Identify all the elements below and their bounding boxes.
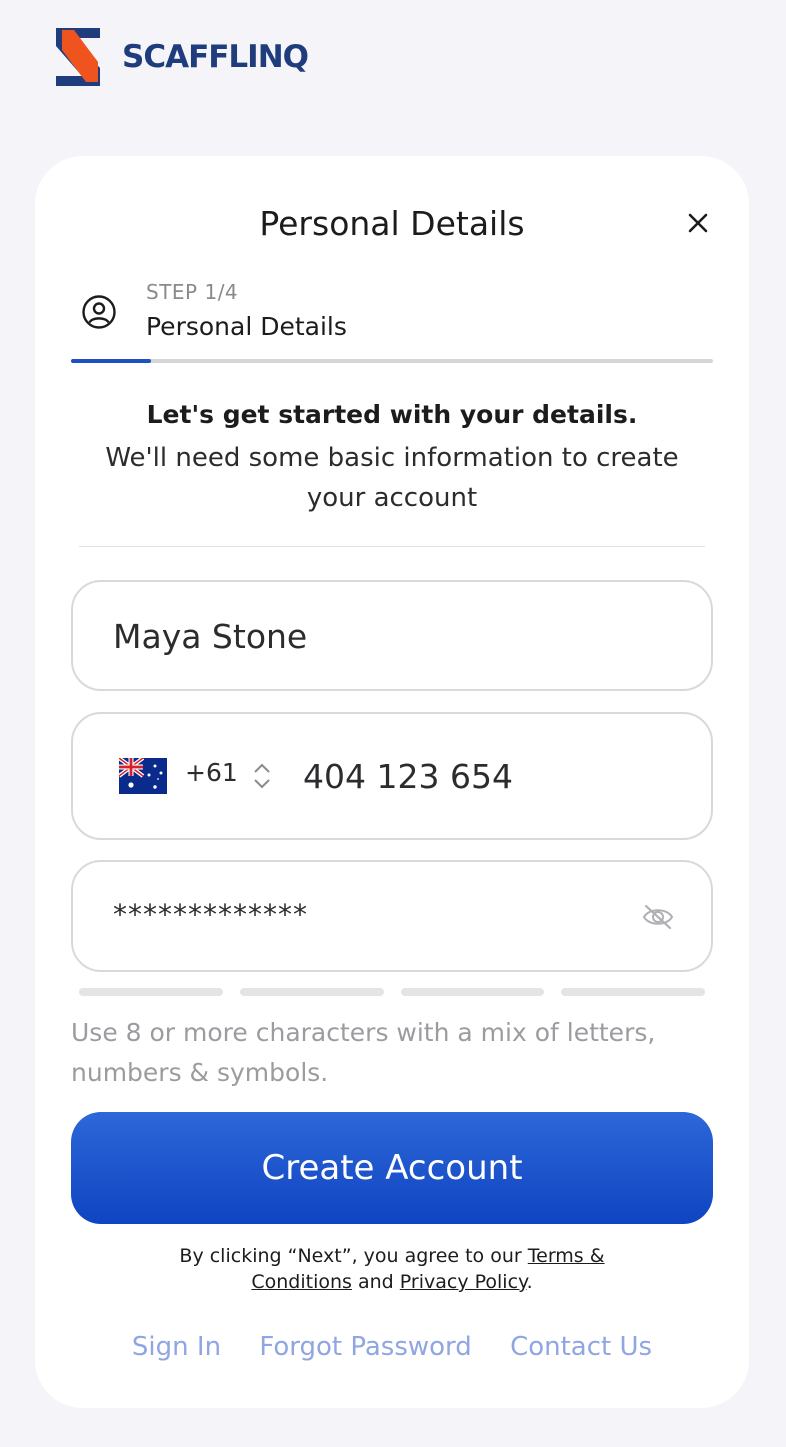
strength-segment — [239, 988, 384, 996]
close-icon — [688, 213, 708, 233]
forgot-password-link[interactable]: Forgot Password — [259, 1332, 471, 1362]
user-circle-icon — [82, 295, 116, 329]
legal-middle: and — [351, 1271, 400, 1293]
full-name-input[interactable] — [113, 614, 673, 658]
chevron-up-down-icon[interactable] — [251, 761, 273, 791]
phone-number-input[interactable] — [303, 754, 683, 798]
contact-us-link[interactable]: Contact Us — [510, 1332, 652, 1362]
phone-field: +61 — [71, 712, 713, 840]
legal-suffix: . — [526, 1271, 533, 1293]
eye-off-icon[interactable] — [641, 902, 675, 932]
password-input[interactable] — [113, 892, 633, 936]
strength-segment — [400, 988, 545, 996]
step-counter: STEP 1/4 — [146, 280, 239, 304]
intro-heading: Let's get started with your details. — [146, 400, 638, 429]
sign-in-link[interactable]: Sign In — [132, 1332, 221, 1362]
signup-card: Personal Details STEP 1/4 Personal Detai… — [35, 156, 749, 1408]
password-strength-meter — [79, 988, 705, 996]
footer-links: Sign In Forgot Password Contact Us — [35, 1332, 749, 1362]
step-name: Personal Details — [146, 312, 347, 341]
strength-segment — [79, 988, 223, 996]
step-progress-bar — [71, 359, 713, 363]
password-field — [71, 860, 713, 972]
create-account-button[interactable]: Create Account — [71, 1112, 713, 1224]
australia-flag-icon[interactable] — [119, 758, 167, 794]
close-button[interactable] — [683, 208, 713, 238]
brand-name: SCAFFLINQ — [122, 39, 309, 75]
privacy-link[interactable]: Privacy Policy — [400, 1271, 527, 1293]
step-progress-fill — [71, 359, 152, 363]
password-hint: Use 8 or more characters with a mix of l… — [71, 1018, 656, 1087]
scaffolding-logo-icon — [56, 28, 100, 86]
brand-logo: SCAFFLINQ — [56, 27, 309, 87]
legal-notice: By clicking “Next”, you agree to our Ter… — [135, 1243, 649, 1295]
full-name-field — [71, 580, 713, 691]
section-divider — [79, 546, 705, 547]
dial-code[interactable]: +61 — [185, 758, 238, 787]
intro-body: We'll need some basic information to cre… — [105, 443, 679, 513]
dialog-title: Personal Details — [259, 204, 525, 243]
legal-prefix: By clicking “Next”, you agree to our — [179, 1245, 528, 1267]
strength-segment — [561, 988, 705, 996]
